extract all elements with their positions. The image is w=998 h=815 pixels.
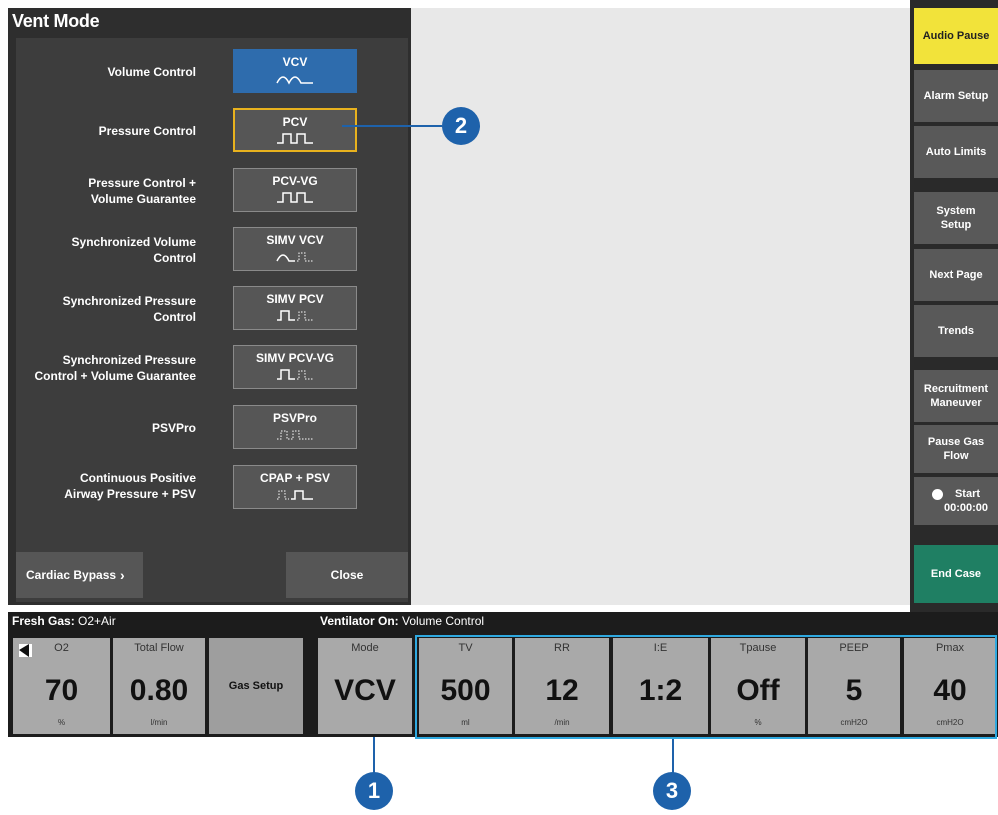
ventilator-header: Ventilator On: Volume Control (320, 614, 484, 628)
callout-badge-2: 2 (442, 107, 480, 145)
param-value: VCV (334, 674, 396, 707)
mode-button-pcv[interactable]: PCV (233, 108, 357, 152)
psv-waveform-icon (277, 430, 313, 440)
mode-label-pcv-vg: Pressure Control + Volume Guarantee (88, 176, 196, 206)
callout-badge-3: 3 (653, 772, 691, 810)
mode-button-label: SIMV PCV-VG (255, 351, 335, 365)
pressure-waveform-icon (277, 133, 313, 144)
callout-line-3 (672, 739, 674, 775)
simv-pressure-waveform-icon (277, 369, 313, 380)
stopwatch-icon (931, 488, 943, 500)
timer-label: Start (954, 488, 981, 500)
simv-pressure-waveform-icon (277, 310, 313, 321)
param-title: Total Flow (134, 642, 184, 654)
cardiac-bypass-label: Cardiac Bypass (26, 568, 117, 582)
volume-waveform-icon (276, 76, 313, 85)
mode-label-pressure-control: Pressure Control (98, 124, 196, 138)
right-sidebar: Audio Pause Alarm Setup Auto Limits Syst… (910, 0, 998, 612)
mode-button-pcv-vg[interactable]: PCV-VG (233, 168, 357, 212)
vent-mode-panel: Vent Mode Volume Control VCV Pressure Co… (8, 8, 411, 605)
o2-param[interactable]: O2 70 % (13, 638, 110, 734)
mode-button-simv-pcv-vg[interactable]: SIMV PCV-VG (233, 345, 357, 389)
chevron-right-icon: › (120, 567, 125, 583)
callout-badge-1: 1 (355, 772, 393, 810)
vent-mode-title: Vent Mode (12, 11, 100, 31)
simv-volume-waveform-icon (276, 252, 313, 262)
mode-button-simv-vcv[interactable]: SIMV VCV (233, 227, 357, 271)
callout-line-2 (342, 125, 442, 127)
mode-label-cpap-psv: Continuous Positive Airway Pressure + PS… (64, 471, 196, 501)
mode-button-label: PSVPro (272, 411, 317, 425)
fresh-gas-header-value: O2+Air (74, 614, 116, 628)
audio-pause-button[interactable]: Audio Pause (914, 8, 998, 64)
pressure-waveform-icon (277, 192, 313, 203)
trends-button[interactable]: Trends (914, 305, 998, 357)
total-flow-param[interactable]: Total Flow 0.80 l/min (113, 638, 205, 734)
pause-gas-flow-button[interactable]: Pause Gas Flow (914, 425, 998, 473)
close-label: Close (330, 568, 364, 582)
mode-label-simv-pcv-vg: Synchronized Pressure Control + Volume G… (34, 353, 196, 383)
mode-button-label: SIMV VCV (266, 233, 324, 247)
param-title: Mode (351, 642, 379, 654)
mode-button-psvpro[interactable]: PSVPro (233, 405, 357, 449)
param-title: O2 (54, 642, 69, 654)
mode-button-simv-pcv[interactable]: SIMV PCV (233, 286, 357, 330)
cardiac-bypass-button[interactable]: Cardiac Bypass › (16, 552, 143, 598)
cpap-waveform-icon (277, 490, 313, 500)
next-page-button[interactable]: Next Page (914, 249, 998, 301)
mode-button-label: PCV-VG (272, 174, 318, 188)
mode-button-label: PCV (282, 115, 308, 129)
mode-button-cpap-psv[interactable]: CPAP + PSV (233, 465, 357, 509)
mode-button-label: SIMV PCV (266, 292, 324, 306)
mode-button-label: CPAP + PSV (260, 471, 330, 485)
ventilator-header-value: Volume Control (398, 614, 485, 628)
auto-limits-button[interactable]: Auto Limits (914, 126, 998, 178)
gas-setup-button[interactable]: Gas Setup (209, 638, 303, 734)
mode-label-simv-vcv: Synchronized Volume Control (71, 235, 196, 265)
waveform-area (411, 8, 910, 605)
settings-highlight-outline (415, 635, 997, 739)
timer-value: 00:00:00 (943, 502, 989, 514)
end-case-button[interactable]: End Case (914, 545, 998, 603)
fresh-gas-header-label: Fresh Gas: (12, 614, 75, 628)
mode-label-simv-pcv: Synchronized Pressure Control (62, 294, 196, 324)
mode-label-volume-control: Volume Control (107, 65, 196, 79)
system-setup-button[interactable]: System Setup (914, 192, 998, 244)
close-button[interactable]: Close (286, 552, 408, 598)
mode-button-label: VCV (282, 55, 308, 69)
vent-mode-list: Volume Control VCV Pressure Control PCV … (16, 38, 408, 602)
recruitment-maneuver-button[interactable]: Recruitment Maneuver (914, 370, 998, 422)
mode-param[interactable]: Mode VCV (318, 638, 412, 734)
mode-button-vcv[interactable]: VCV (233, 49, 357, 93)
param-value: 70 (44, 674, 79, 707)
param-value: 0.80 (129, 674, 189, 707)
mode-label-psvpro: PSVPro (151, 421, 196, 435)
param-unit: l/min (150, 718, 168, 727)
ventilator-header-label: Ventilator On: (320, 614, 399, 628)
alarm-setup-button[interactable]: Alarm Setup (914, 70, 998, 122)
gas-setup-label: Gas Setup (228, 680, 284, 692)
callout-line-1 (373, 737, 375, 775)
case-timer-button[interactable]: Start 00:00:00 (914, 477, 998, 525)
param-unit: % (57, 718, 66, 727)
fresh-gas-header: Fresh Gas: O2+Air (12, 614, 116, 628)
